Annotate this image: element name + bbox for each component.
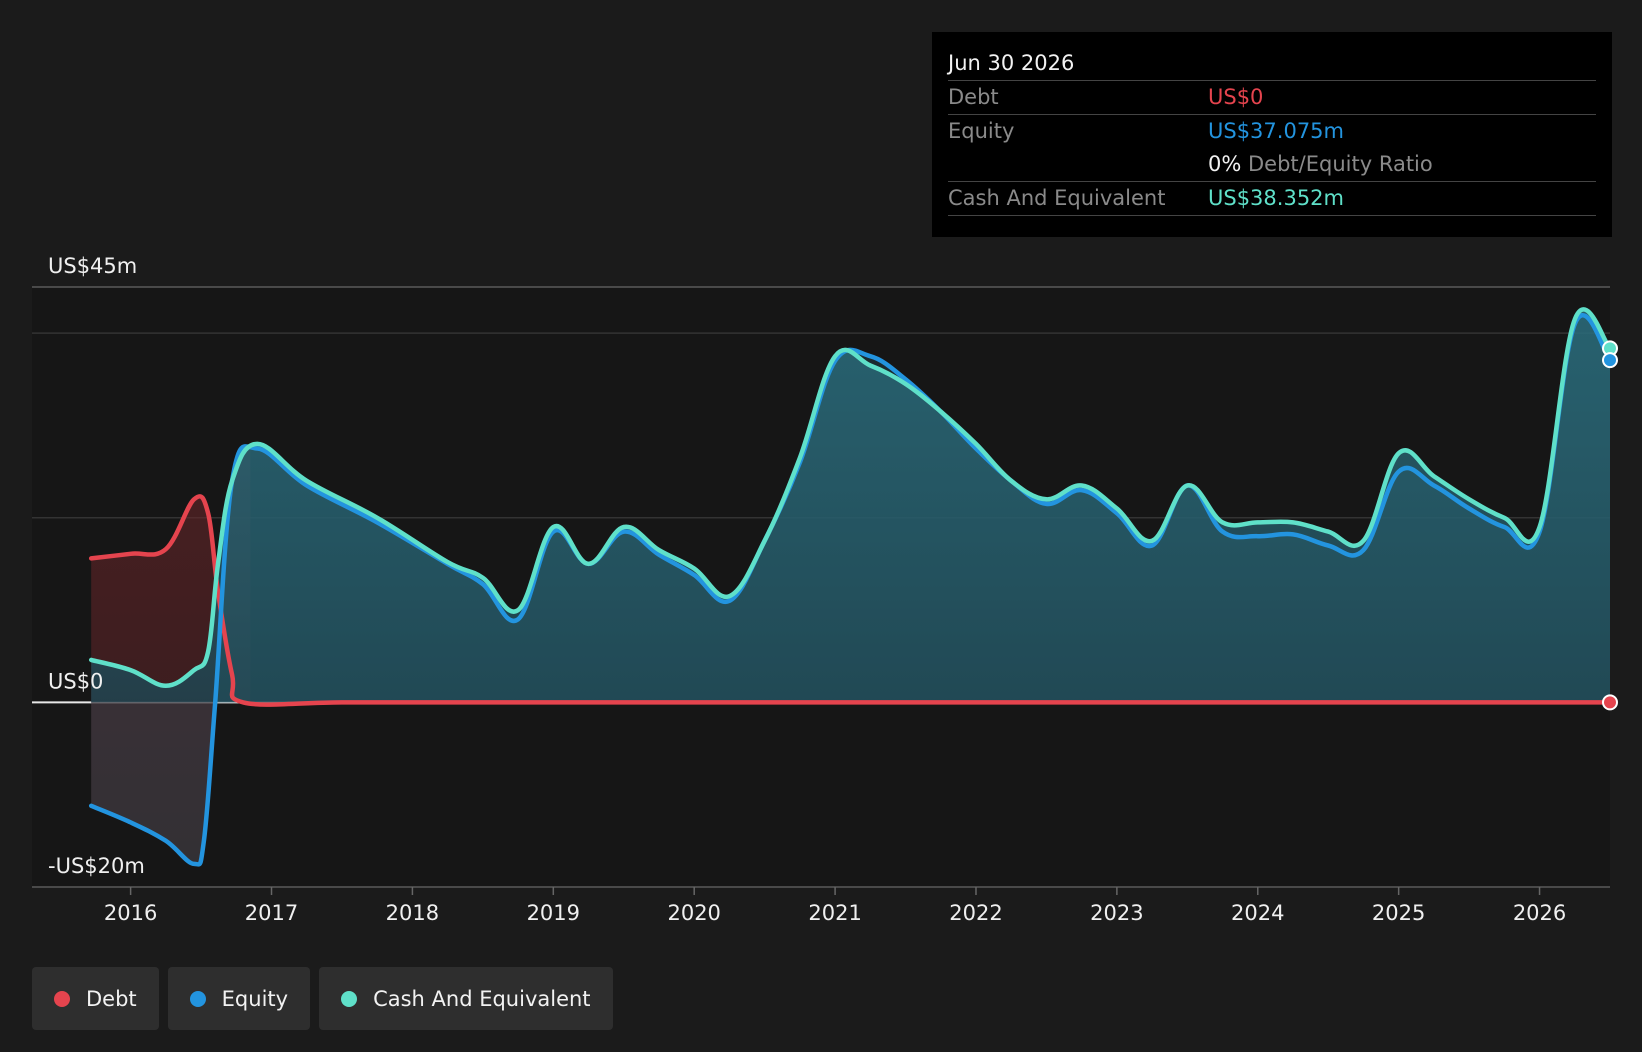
y-tick-label: -US$20m bbox=[48, 854, 145, 878]
tooltip-row-equity: Equity US$37.075m bbox=[948, 115, 1596, 148]
x-tick-label: 2026 bbox=[1513, 901, 1566, 925]
tooltip-ratio-value: 0% bbox=[1208, 152, 1242, 176]
legend-label: Equity bbox=[221, 986, 289, 1011]
tooltip-row-cash: Cash And Equivalent US$38.352m bbox=[948, 182, 1596, 216]
x-tick-label: 2017 bbox=[245, 901, 298, 925]
y-tick-label: US$0 bbox=[48, 669, 103, 693]
tooltip-date: Jun 30 2026 bbox=[948, 46, 1596, 81]
equity-endpoint bbox=[1602, 352, 1618, 369]
tooltip-row-debt: Debt US$0 bbox=[948, 81, 1596, 115]
x-tick-label: 2022 bbox=[949, 901, 1002, 925]
x-tick-label: 2016 bbox=[104, 901, 157, 925]
legend-item-debt[interactable]: Debt bbox=[32, 967, 159, 1030]
tooltip-equity-value: US$37.075m bbox=[1208, 119, 1344, 143]
tooltip-debt-label: Debt bbox=[948, 85, 999, 109]
x-tick-label: 2018 bbox=[386, 901, 439, 925]
x-tick-label: 2020 bbox=[667, 901, 720, 925]
x-tick-label: 2019 bbox=[527, 901, 580, 925]
legend-label: Cash And Equivalent bbox=[373, 986, 591, 1011]
tooltip-cash-value: US$38.352m bbox=[1208, 186, 1344, 210]
legend-dot-icon bbox=[54, 990, 70, 1007]
x-tick-label: 2025 bbox=[1372, 901, 1425, 925]
tooltip-cash-label: Cash And Equivalent bbox=[948, 186, 1166, 210]
tooltip-panel: Jun 30 2026 Debt US$0 Equity US$37.075m … bbox=[932, 32, 1612, 237]
legend-label: Debt bbox=[86, 986, 137, 1011]
tooltip-row-ratio: 0% Debt/Equity Ratio bbox=[948, 148, 1596, 182]
x-axis-labels: 2016 2017 2018 2019 2020 2021 2022 2023 2024 2025… bbox=[104, 887, 1566, 925]
legend-dot-icon bbox=[341, 990, 358, 1007]
x-tick-label: 2024 bbox=[1231, 901, 1284, 925]
legend-item-equity[interactable]: Equity bbox=[167, 967, 311, 1030]
legend: Debt Equity Cash And Equivalent bbox=[32, 967, 613, 1030]
tooltip-equity-label: Equity bbox=[948, 119, 1015, 143]
tooltip-debt-value: US$0 bbox=[1208, 85, 1264, 109]
debt-endpoint bbox=[1602, 694, 1618, 711]
legend-dot-icon bbox=[189, 990, 206, 1007]
legend-item-cash[interactable]: Cash And Equivalent bbox=[319, 967, 613, 1030]
x-tick-label: 2021 bbox=[808, 901, 861, 925]
x-tick-label: 2023 bbox=[1090, 901, 1143, 925]
y-tick-label: US$45m bbox=[48, 254, 137, 278]
tooltip-ratio-label: Debt/Equity Ratio bbox=[1248, 152, 1433, 176]
